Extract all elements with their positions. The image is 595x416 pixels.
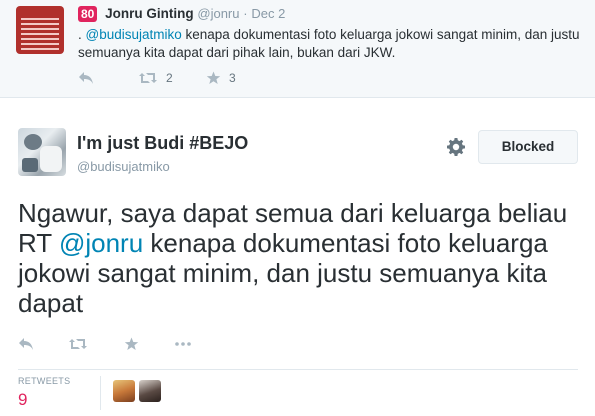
retweeter-avatar[interactable] — [113, 380, 135, 402]
star-icon — [206, 71, 221, 85]
favorite-button[interactable]: 3 — [206, 71, 236, 85]
reply-icon — [78, 71, 94, 85]
favorite-count: 3 — [229, 71, 236, 85]
more-icon — [174, 337, 192, 351]
main-tweet-text: Ngawur, saya dapat semua dari keluarga b… — [18, 198, 588, 318]
stats-divider — [18, 369, 578, 370]
retweet-icon — [68, 337, 88, 351]
budi-avatar[interactable] — [18, 128, 66, 176]
mention-link[interactable]: @budisujatmiko — [86, 27, 182, 42]
previous-tweet-header: 80 Jonru Ginting @jonru · Dec 2 — [78, 6, 285, 22]
main-author-name[interactable]: I'm just Budi #BEJO — [77, 133, 248, 154]
jonru-avatar[interactable] — [16, 6, 64, 54]
main-mention-link[interactable]: @jonru — [59, 228, 143, 258]
retweets-label: RETWEETS — [18, 376, 71, 386]
retweeter-avatar[interactable] — [139, 380, 161, 402]
star-icon — [124, 337, 139, 351]
avatar-image-text — [21, 18, 59, 53]
retweet-icon — [138, 71, 158, 85]
gear-icon — [446, 138, 466, 161]
settings-button[interactable] — [446, 137, 466, 162]
main-favorite-button[interactable] — [124, 337, 139, 351]
retweet-button[interactable]: 2 — [138, 71, 173, 85]
reply-button[interactable] — [78, 71, 94, 85]
main-retweet-button[interactable] — [68, 337, 88, 351]
text-prefix: . — [78, 27, 86, 42]
previous-tweet-text: . @budisujatmiko kenapa dokumentasi foto… — [78, 26, 588, 62]
main-reply-button[interactable] — [18, 337, 34, 351]
main-more-button[interactable] — [174, 337, 192, 351]
reply-icon — [18, 337, 34, 351]
tweet-date[interactable]: Dec 2 — [251, 6, 285, 21]
stats-separator — [100, 376, 101, 410]
blocked-button[interactable]: Blocked — [478, 130, 578, 164]
score-badge: 80 — [78, 6, 98, 22]
previous-tweet: 80 Jonru Ginting @jonru · Dec 2 . @budis… — [0, 0, 595, 98]
author-handle[interactable]: @jonru — [197, 6, 239, 21]
retweet-count: 2 — [166, 71, 173, 85]
header-separator: · — [243, 6, 248, 21]
retweets-count[interactable]: 9 — [18, 390, 27, 410]
author-name[interactable]: Jonru Ginting — [105, 6, 194, 21]
main-author-handle[interactable]: @budisujatmiko — [77, 159, 170, 174]
